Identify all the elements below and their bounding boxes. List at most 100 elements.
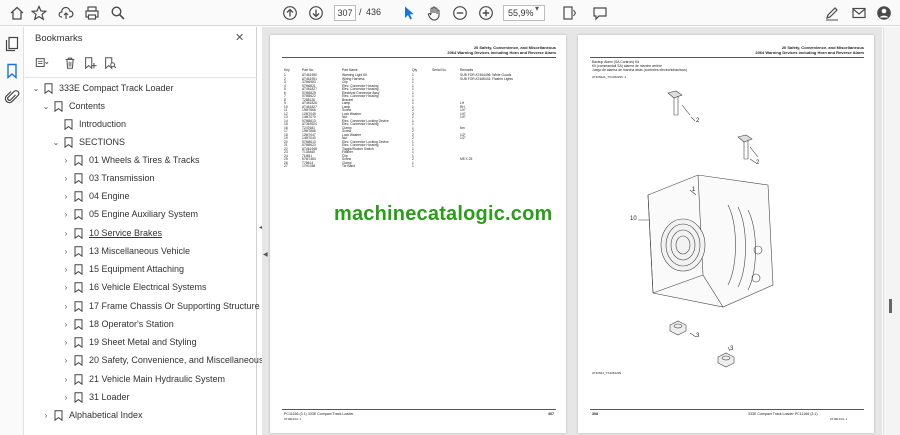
- vertical-scrollbar[interactable]: [883, 27, 900, 435]
- chevron-right-icon[interactable]: ›: [61, 375, 71, 384]
- chevron-down-icon[interactable]: ⌄: [41, 102, 51, 111]
- bookmark-label: 16 Vehicle Electrical Systems: [89, 282, 207, 292]
- bookmark-icon: [74, 300, 83, 312]
- bookmark-item-introduction[interactable]: Introduction: [51, 116, 126, 132]
- chevron-right-icon[interactable]: ›: [61, 283, 71, 292]
- image-id: AT46841_TX1062209: [592, 371, 622, 375]
- fit-page-icon[interactable]: [560, 4, 578, 22]
- chevron-down-icon[interactable]: ⌄: [31, 84, 41, 93]
- select-cursor-icon[interactable]: [400, 4, 418, 22]
- star-icon[interactable]: [30, 4, 48, 22]
- bookmark-icon: [74, 263, 83, 275]
- chevron-right-icon[interactable]: ›: [61, 302, 71, 311]
- bookmark-item-section[interactable]: › 01 Wheels & Tires & Tracks: [61, 152, 200, 168]
- top-toolbar: 307 / 436 55,9% ▾: [0, 0, 900, 26]
- bookmark-options-icon[interactable]: [35, 56, 49, 70]
- chevron-right-icon[interactable]: ›: [61, 265, 71, 274]
- page-thumbnails-icon[interactable]: [4, 36, 20, 52]
- find-bookmark-icon[interactable]: [103, 56, 117, 70]
- chevron-right-icon[interactable]: ›: [41, 411, 51, 420]
- bookmark-icon: [74, 245, 83, 257]
- bookmark-label: 31 Loader: [89, 392, 130, 402]
- home-icon[interactable]: [8, 4, 26, 22]
- bookmark-item-section[interactable]: › 10 Service Brakes: [61, 225, 162, 241]
- attachments-icon[interactable]: [4, 89, 20, 105]
- chevron-right-icon[interactable]: ›: [61, 229, 71, 238]
- sign-pen-icon[interactable]: [823, 4, 841, 22]
- delete-icon[interactable]: [63, 56, 77, 70]
- search-icon[interactable]: [109, 4, 127, 22]
- chevron-right-icon[interactable]: ›: [61, 210, 71, 219]
- table-header-row: Key Part No. Part Name Qty Serial No. Re…: [284, 68, 556, 73]
- bookmark-icon: [54, 100, 63, 112]
- bookmark-item-section[interactable]: › 20 Safety, Convenience, and Miscellane…: [61, 352, 263, 368]
- bookmark-item-section[interactable]: › 16 Vehicle Electrical Systems: [61, 279, 207, 295]
- page-header-group: 2064 Warning Devices including Horn and …: [447, 50, 556, 55]
- bookmark-label: 13 Miscellaneous Vehicle: [89, 246, 191, 256]
- previous-page-icon[interactable]: [281, 4, 299, 22]
- bookmark-label: 21 Vehicle Main Hydraulic System: [89, 374, 226, 384]
- comment-icon[interactable]: [591, 4, 609, 22]
- bookmark-item-contents[interactable]: ⌄ Contents: [41, 98, 105, 114]
- document-viewer[interactable]: ◀ 20 Safety, Convenience, and Miscellane…: [262, 27, 882, 435]
- bookmark-item-root[interactable]: ⌄ 333E Compact Track Loader: [31, 80, 174, 96]
- close-icon[interactable]: ✕: [235, 31, 244, 44]
- parts-table: Key Part No. Part Name Qty Serial No. Re…: [284, 68, 556, 169]
- bookmark-item-section[interactable]: › 17 Frame Chassis Or Supporting Structu…: [61, 298, 260, 314]
- bookmark-label: 05 Engine Auxiliary System: [89, 209, 199, 219]
- column-header: Part No.: [302, 68, 315, 72]
- bookmark-label: Introduction: [79, 119, 127, 129]
- chevron-right-icon[interactable]: ›: [61, 174, 71, 183]
- bookmark-label: 15 Equipment Attaching: [89, 264, 185, 274]
- chevron-down-icon[interactable]: ⌄: [51, 138, 61, 147]
- print-icon[interactable]: [83, 4, 101, 22]
- chevron-right-icon[interactable]: ›: [61, 320, 71, 329]
- chevron-right-icon[interactable]: ›: [61, 192, 71, 201]
- bookmark-item-section[interactable]: › 13 Miscellaneous Vehicle: [61, 243, 190, 259]
- chevron-right-icon[interactable]: ›: [61, 393, 71, 402]
- scrollbar-thumb[interactable]: [889, 299, 892, 313]
- chevron-right-icon[interactable]: ›: [61, 247, 71, 256]
- backup-alarm-illustration: [638, 90, 774, 368]
- document-page-left: 20 Safety, Convenience, and Miscellaneou…: [270, 35, 566, 433]
- bookmark-icon: [74, 281, 83, 293]
- callout-label: 2: [756, 160, 760, 166]
- bookmark-item-section[interactable]: › 31 Loader: [61, 389, 130, 405]
- chevron-right-icon[interactable]: ›: [61, 156, 71, 165]
- bookmark-item-section[interactable]: › 21 Vehicle Main Hydraulic System: [61, 371, 225, 387]
- bookmark-icon: [54, 409, 63, 421]
- table-cell: 27: [284, 164, 288, 168]
- mail-icon[interactable]: [850, 4, 868, 22]
- chevron-right-icon[interactable]: ›: [61, 356, 71, 365]
- next-page-icon[interactable]: [307, 4, 325, 22]
- chevron-down-icon[interactable]: ▾: [535, 4, 539, 13]
- new-bookmark-icon[interactable]: [83, 56, 97, 70]
- bookmark-item-index[interactable]: › Alphabetical Index: [41, 407, 143, 423]
- bookmarks-panel: Bookmarks ✕ ⌄ 333E Compact Track Loader …: [25, 27, 263, 435]
- bookmark-item-section[interactable]: › 03 Transmission: [61, 170, 155, 186]
- bookmarks-panel-icon[interactable]: [4, 63, 20, 80]
- panel-title: Bookmarks: [35, 33, 83, 44]
- chevron-right-icon[interactable]: ›: [61, 338, 71, 347]
- column-header: Serial No.: [432, 68, 447, 72]
- table-cell: Tie Band: [342, 164, 356, 168]
- hand-tool-icon[interactable]: [425, 4, 443, 22]
- page-number-input[interactable]: 307: [334, 5, 356, 21]
- account-icon[interactable]: [875, 4, 893, 22]
- zoom-out-icon[interactable]: [451, 4, 469, 22]
- bookmark-item-section[interactable]: › 18 Operator's Station: [61, 316, 174, 332]
- bookmark-item-sections[interactable]: ⌄ SECTIONS: [51, 134, 125, 150]
- header-rule: [282, 57, 556, 58]
- page-separator: /: [359, 7, 362, 17]
- bookmark-item-section[interactable]: › 04 Engine: [61, 188, 130, 204]
- bookmark-item-section[interactable]: › 19 Sheet Metal and Styling: [61, 334, 197, 350]
- bookmark-item-section[interactable]: › 15 Equipment Attaching: [61, 261, 184, 277]
- bookmark-label: 03 Transmission: [89, 173, 155, 183]
- zoom-in-icon[interactable]: [477, 4, 495, 22]
- scroll-left-icon[interactable]: ◀: [263, 251, 268, 258]
- upload-cloud-icon[interactable]: [57, 4, 75, 22]
- bookmark-item-section[interactable]: › 05 Engine Auxiliary System: [61, 206, 198, 222]
- bookmark-label: 18 Operator's Station: [89, 319, 174, 329]
- table-row: 27 17H1084 Tie Band 1: [284, 164, 556, 169]
- page-number: 308: [592, 412, 598, 416]
